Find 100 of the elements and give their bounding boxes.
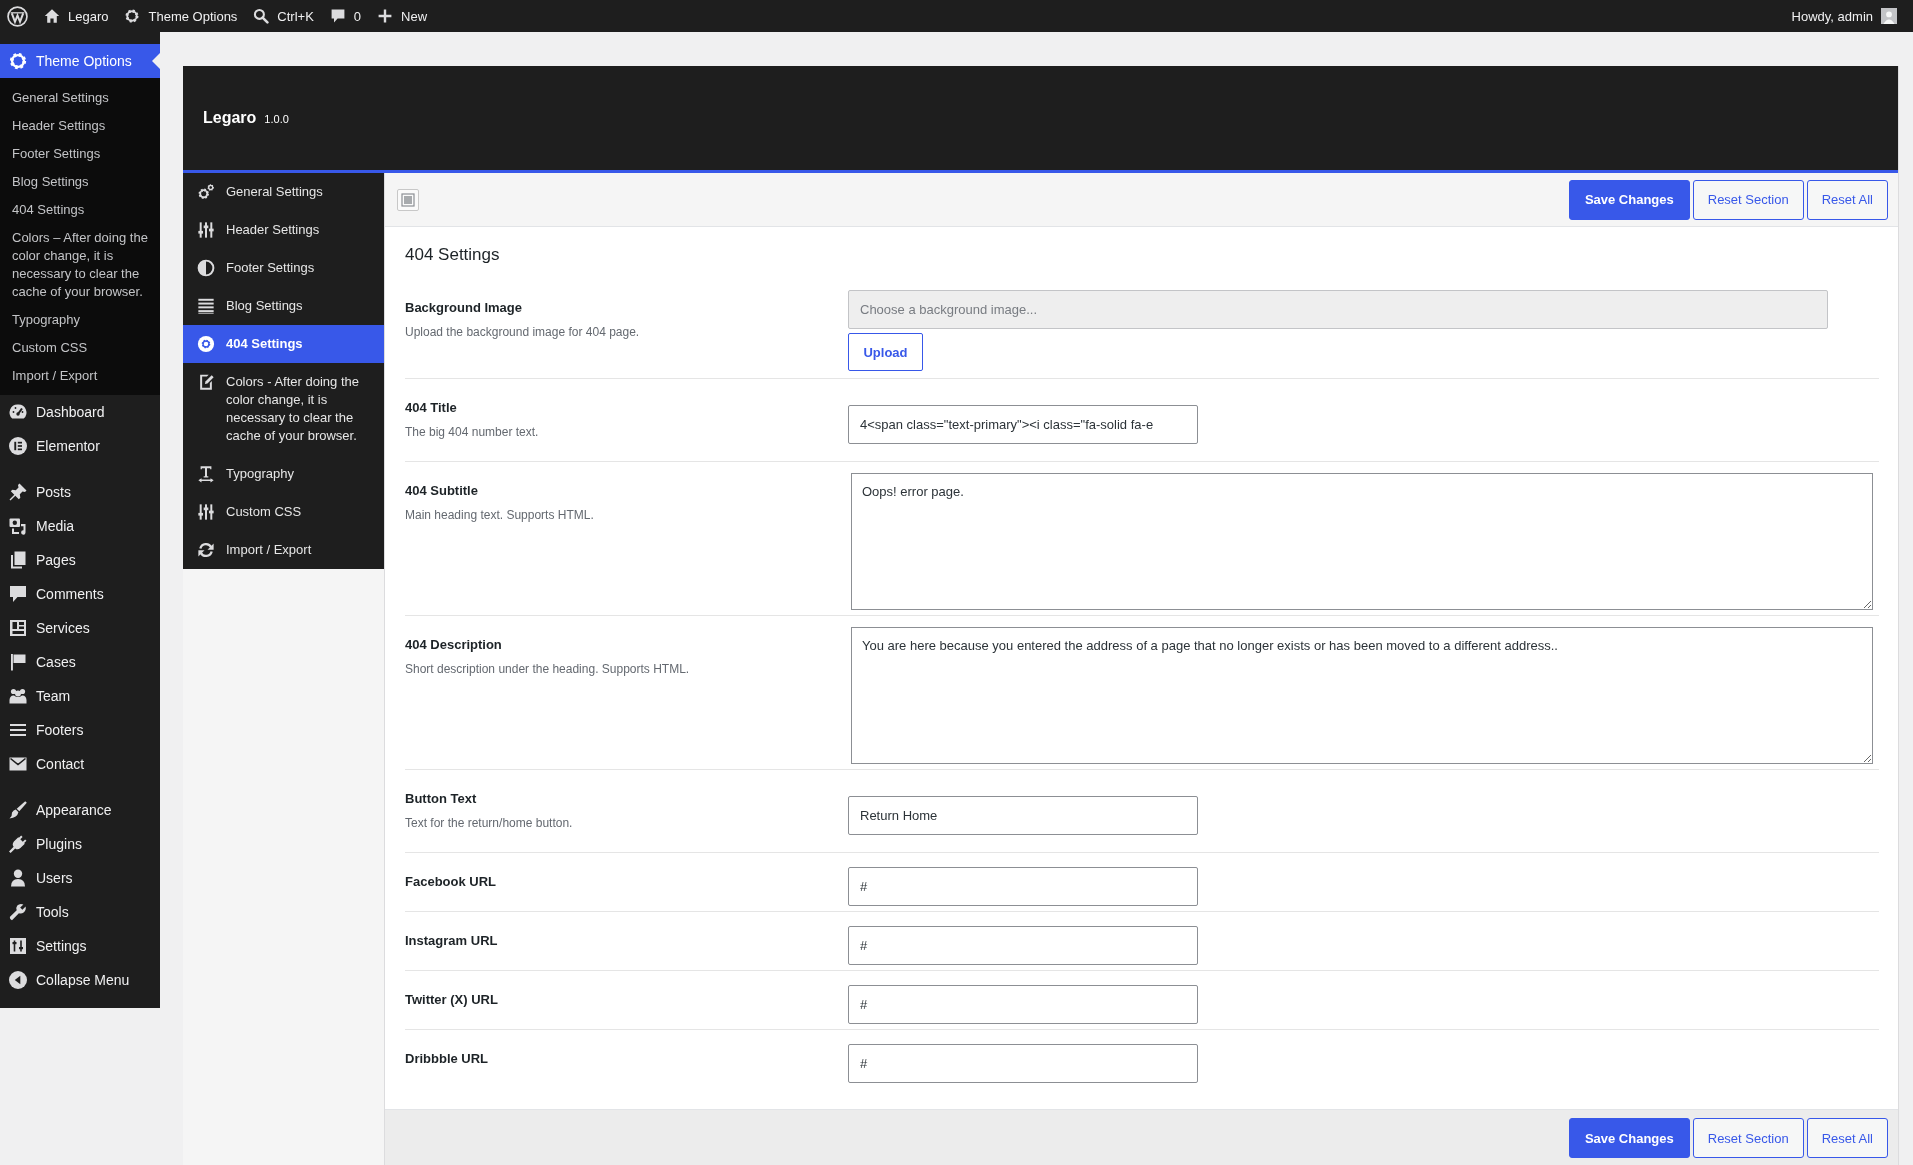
menu-item[interactable]: Plugins xyxy=(0,827,160,861)
search-button[interactable]: Ctrl+K xyxy=(245,0,322,32)
people-icon xyxy=(8,686,28,706)
pin-icon xyxy=(8,482,28,502)
home-icon xyxy=(44,8,60,24)
field-description: The big 404 number text. xyxy=(405,424,540,440)
menu-item[interactable]: Theme Options xyxy=(0,44,160,78)
submenu-item[interactable]: Custom CSS xyxy=(0,334,160,362)
theme-options-link[interactable]: Theme Options xyxy=(116,0,246,32)
section-title: 404 Settings xyxy=(405,244,501,266)
reset-button[interactable]: Reset All xyxy=(1806,179,1888,220)
account-menu[interactable]: Howdy, admin xyxy=(1785,0,1903,32)
comments-link[interactable]: 0 xyxy=(321,0,370,32)
brush-icon xyxy=(8,800,28,820)
save-button[interactable]: Save Changes xyxy=(1568,179,1690,220)
arrow-circle-icon xyxy=(8,970,28,990)
person-icon xyxy=(8,868,28,888)
section-tab[interactable]: Typography xyxy=(183,455,384,493)
collapse-menu-button[interactable]: Collapse Menu xyxy=(0,963,160,997)
gear-icon xyxy=(8,51,28,71)
section-tab[interactable]: Import / Export xyxy=(183,531,384,569)
menu-item[interactable]: Elementor xyxy=(0,429,160,463)
brand-title: Legaro xyxy=(203,109,257,127)
section-tab[interactable]: Blog Settings xyxy=(183,287,384,325)
search-icon xyxy=(253,8,270,24)
menu-item[interactable]: Contact xyxy=(0,747,160,781)
version-label: 1.0.0 xyxy=(264,113,289,125)
submenu-item[interactable]: Import / Export xyxy=(0,362,160,390)
field-label: Button Text xyxy=(405,791,478,807)
submenu-item[interactable]: Header Settings xyxy=(0,112,160,140)
site-link[interactable]: Legaro xyxy=(36,0,117,32)
comment-icon xyxy=(8,584,28,604)
gears-icon xyxy=(197,183,215,201)
new-content-link[interactable]: New xyxy=(369,0,436,32)
field-label: Dribbble URL xyxy=(405,1051,490,1067)
section-tab[interactable]: General Settings xyxy=(183,173,384,211)
section-tab[interactable]: Footer Settings xyxy=(183,249,384,287)
text-field[interactable]: 4<span class="text-primary"><i class="fa-solid fa-e xyxy=(848,404,1198,444)
sliders-icon xyxy=(197,503,215,521)
gauge-icon xyxy=(8,402,28,422)
image-path-field[interactable]: Choose a background image... xyxy=(848,290,1828,329)
text-field[interactable]: # xyxy=(848,925,1198,965)
flag-icon xyxy=(8,652,28,672)
submenu-item[interactable]: Colors – After doing the color change, it is necessary to clear the cache of your browser. xyxy=(0,224,160,306)
plug-icon xyxy=(8,834,28,854)
menu-item[interactable]: Tools xyxy=(0,895,160,929)
gear-icon xyxy=(124,8,141,24)
menu-item[interactable]: Media xyxy=(0,509,160,543)
grid-icon xyxy=(8,618,28,638)
save-button[interactable]: Save Changes xyxy=(1568,1118,1690,1158)
upload-button[interactable]: Upload xyxy=(848,333,923,371)
field-label: 404 Subtitle xyxy=(405,483,479,499)
menu-item[interactable]: Team xyxy=(0,679,160,713)
logo-icon[interactable] xyxy=(7,5,28,27)
submenu-item[interactable]: 404 Settings xyxy=(0,196,160,224)
field-description: Upload the background image for 404 page. xyxy=(405,324,641,340)
submenu-item[interactable]: Blog Settings xyxy=(0,168,160,196)
field-label: Background Image xyxy=(405,300,524,316)
text-area[interactable]: Oops! error page. xyxy=(851,473,1873,610)
submenu-item[interactable]: Footer Settings xyxy=(0,140,160,168)
section-tab[interactable]: Custom CSS xyxy=(183,493,384,531)
avatar-icon xyxy=(1881,8,1897,24)
menu-item[interactable]: Pages xyxy=(0,543,160,577)
field-label: 404 Title xyxy=(405,400,458,416)
reset-button[interactable]: Reset All xyxy=(1806,1118,1888,1158)
section-tab[interactable]: 404 Settings xyxy=(183,325,384,363)
comment-icon xyxy=(329,8,346,24)
text-field[interactable]: # xyxy=(848,1043,1198,1083)
edit-icon xyxy=(197,373,215,391)
pages-icon xyxy=(8,550,28,570)
refresh-icon xyxy=(197,541,215,559)
field-description: Text for the return/home button. xyxy=(405,815,574,831)
field-label: Facebook URL xyxy=(405,874,497,890)
half-circle-icon xyxy=(197,259,215,277)
menu-item[interactable]: Appearance xyxy=(0,793,160,827)
field-label: Instagram URL xyxy=(405,933,499,949)
text-field[interactable]: Return Home xyxy=(848,795,1198,835)
reset-button[interactable]: Reset Section xyxy=(1692,1118,1804,1158)
submenu-item[interactable]: Typography xyxy=(0,306,160,334)
menu-item[interactable]: Settings xyxy=(0,929,160,963)
menu-item[interactable]: Posts xyxy=(0,475,160,509)
menu-item[interactable]: Footers xyxy=(0,713,160,747)
menu-item[interactable]: Comments xyxy=(0,577,160,611)
menu-item[interactable]: Users xyxy=(0,861,160,895)
bars-circle-icon xyxy=(8,436,28,456)
section-tab[interactable]: Colors - After doing the color change, it is necessary to clear the cache of your browser. xyxy=(183,363,384,455)
menu-item[interactable]: Services xyxy=(0,611,160,645)
text-area[interactable]: You are here because you entered the address of a page that no longer exists or has been moved to a different address.. xyxy=(851,627,1873,764)
sliders-icon xyxy=(8,936,28,956)
text-size-icon xyxy=(197,465,215,483)
plus-icon xyxy=(377,8,394,24)
menu-item[interactable]: Cases xyxy=(0,645,160,679)
submenu-item[interactable]: General Settings xyxy=(0,84,160,112)
list-icon xyxy=(197,297,215,315)
text-field[interactable]: # xyxy=(848,984,1198,1024)
text-field[interactable]: # xyxy=(848,866,1198,906)
reset-button[interactable]: Reset Section xyxy=(1692,179,1804,220)
sliders-icon xyxy=(197,221,215,239)
section-tab[interactable]: Header Settings xyxy=(183,211,384,249)
menu-item[interactable]: Dashboard xyxy=(0,395,160,429)
